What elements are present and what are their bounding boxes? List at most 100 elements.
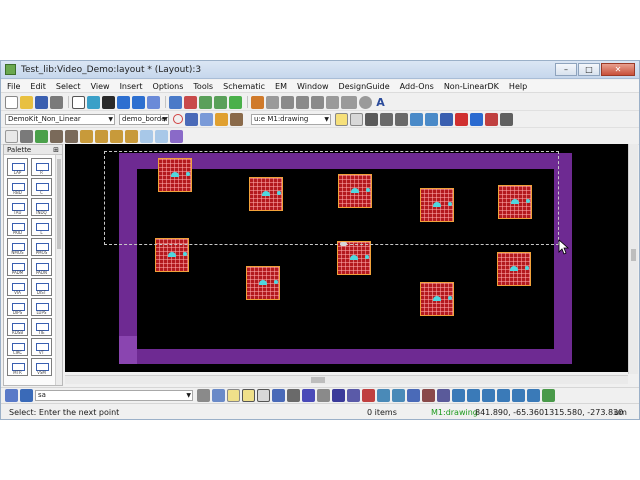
palette-scrollbar[interactable] [55, 155, 62, 385]
palette-item[interactable]: C [31, 178, 52, 196]
zoom-out-icon[interactable] [214, 95, 227, 109]
menu-window[interactable]: Window [297, 82, 329, 91]
delete-icon[interactable] [102, 95, 115, 109]
snap-pin-icon[interactable] [302, 389, 315, 402]
menu-designguide[interactable]: DesignGuide [339, 82, 390, 91]
flip-icon[interactable] [80, 129, 93, 143]
rotate-icon[interactable] [147, 95, 160, 109]
layer-list-icon[interactable] [185, 112, 198, 126]
space-v-icon[interactable] [497, 389, 510, 402]
palette-item[interactable]: VT [31, 338, 52, 356]
save-icon[interactable] [35, 95, 48, 109]
layout-canvas[interactable] [65, 144, 628, 372]
palette-item[interactable]: PKID [7, 218, 28, 236]
menu-insert[interactable]: Insert [120, 82, 143, 91]
snap-intersection-icon[interactable] [287, 389, 300, 402]
zoom-prev-icon[interactable] [425, 112, 438, 126]
snap-combo[interactable]: sa ▼ [35, 390, 193, 401]
palette-item[interactable]: PADN [31, 258, 52, 276]
snap-midpoint-icon[interactable] [257, 389, 270, 402]
layer-3d-icon[interactable] [455, 112, 468, 126]
menu-help[interactable]: Help [509, 82, 527, 91]
palette-item[interactable]: PADM [7, 258, 28, 276]
distribute-h-icon[interactable] [452, 389, 465, 402]
ruler-icon[interactable] [155, 129, 168, 143]
refresh-icon[interactable] [542, 389, 555, 402]
open-icon[interactable] [20, 95, 33, 109]
vertical-scrollbar[interactable] [628, 144, 638, 374]
horizontal-scrollbar[interactable] [65, 375, 628, 384]
undo-icon[interactable] [117, 95, 130, 109]
menu-file[interactable]: File [7, 82, 20, 91]
move-icon[interactable] [87, 95, 100, 109]
menu-em[interactable]: EM [275, 82, 287, 91]
snap-vertex-icon[interactable] [227, 389, 240, 402]
edit-layer-icon[interactable] [230, 112, 243, 126]
pin-icon[interactable]: ⊞ [53, 145, 59, 155]
m1-pad[interactable] [497, 252, 531, 286]
palette-item[interactable]: NMOS [7, 238, 28, 256]
snap-stop-icon[interactable] [362, 389, 375, 402]
menu-edit[interactable]: Edit [30, 82, 46, 91]
distribute-v-icon[interactable] [467, 389, 480, 402]
palette-item[interactable]: LAP [7, 158, 28, 176]
palette-item[interactable]: L [31, 218, 52, 236]
palette-item[interactable]: LUPS [31, 298, 52, 316]
zoom-area-icon[interactable] [184, 95, 197, 109]
menu-options[interactable]: Options [153, 82, 184, 91]
select-mode-icon[interactable] [5, 129, 18, 143]
print-icon[interactable] [50, 95, 63, 109]
snap-arrow-icon[interactable] [212, 389, 225, 402]
import-icon[interactable] [251, 95, 264, 109]
menu-select[interactable]: Select [56, 82, 81, 91]
palette-item[interactable]: CIRC [7, 338, 28, 356]
palette-item[interactable]: VSM [31, 358, 52, 376]
layer-palette-icon[interactable] [5, 389, 18, 402]
copy-to-icon[interactable] [395, 112, 408, 126]
palette-item[interactable]: DIPS [7, 298, 28, 316]
horizontal-scroll-thumb[interactable] [311, 377, 325, 383]
rotate-right-icon[interactable] [65, 129, 78, 143]
measure-icon[interactable] [140, 129, 153, 143]
palette-item[interactable]: R [31, 158, 52, 176]
polyline-icon[interactable] [281, 95, 294, 109]
stack-icon[interactable] [527, 389, 540, 402]
snap-arc-icon[interactable] [317, 389, 330, 402]
snap-icon[interactable] [35, 129, 48, 143]
export-icon[interactable] [266, 95, 279, 109]
resize-icon[interactable] [20, 129, 33, 143]
layer-color-icon[interactable] [485, 112, 498, 126]
circle-icon[interactable] [359, 95, 372, 109]
zoom-window-icon[interactable] [410, 112, 423, 126]
menu-nonlineardk[interactable]: Non-LinearDK [444, 82, 499, 91]
center-icon[interactable] [512, 389, 525, 402]
palette-item[interactable]: TIE [31, 318, 52, 336]
layer-visibility-icon[interactable] [173, 114, 183, 124]
palette-item[interactable]: INDQ [31, 198, 52, 216]
title-bar[interactable]: Test_lib:Video_Demo:layout * (Layout):3 … [1, 61, 639, 79]
menu-view[interactable]: View [91, 82, 110, 91]
move-to-icon[interactable] [380, 112, 393, 126]
align-top-icon[interactable] [437, 389, 450, 402]
space-h-icon[interactable] [482, 389, 495, 402]
snap-grid-icon[interactable] [197, 389, 210, 402]
align-right-icon[interactable] [422, 389, 435, 402]
grid-settings-icon[interactable] [500, 112, 513, 126]
rectangle-icon[interactable] [341, 95, 357, 109]
palette-item[interactable]: DIST [31, 278, 52, 296]
menu-schematic[interactable]: Schematic [223, 82, 265, 91]
palette-scroll-thumb[interactable] [57, 159, 61, 249]
polygon-icon[interactable] [326, 95, 339, 109]
m1-pad[interactable] [337, 241, 371, 275]
palette-item[interactable]: MTR [7, 358, 28, 376]
vertical-scroll-thumb[interactable] [631, 249, 636, 261]
palette-item[interactable]: TAU [7, 198, 28, 216]
snap-port-icon[interactable] [332, 389, 345, 402]
palette-item[interactable]: PMOS [31, 238, 52, 256]
align-left-icon[interactable] [407, 389, 420, 402]
palette-item[interactable]: RDSB [7, 318, 28, 336]
layer-view-icon[interactable] [440, 112, 453, 126]
redo-icon[interactable] [132, 95, 145, 109]
layer-preview-icon[interactable] [470, 112, 483, 126]
rotate-left-icon[interactable] [50, 129, 63, 143]
